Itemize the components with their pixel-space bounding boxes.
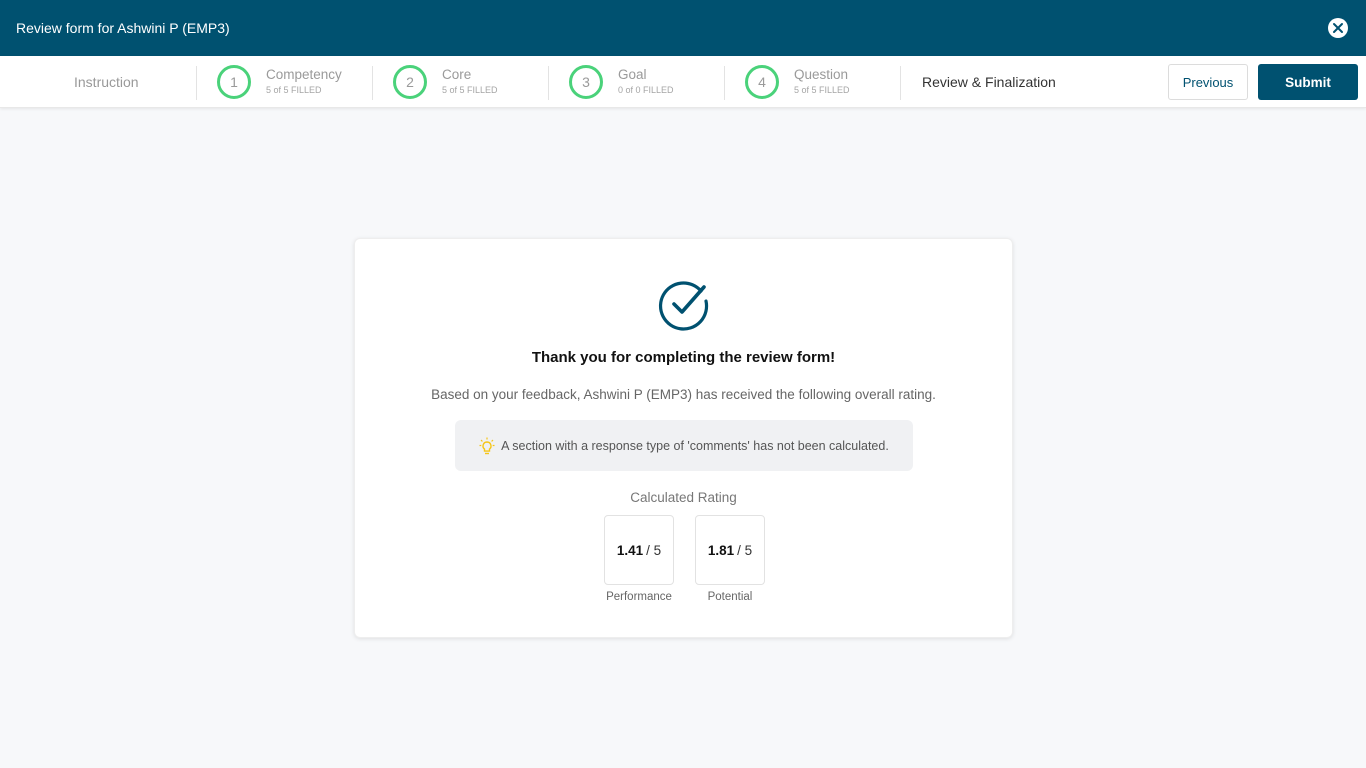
top-bar: Review form for Ashwini P (EMP3) [0, 0, 1366, 56]
step-label: Goal [618, 67, 647, 82]
completion-description: Based on your feedback, Ashwini P (EMP3)… [431, 387, 936, 402]
completion-card: Thank you for completing the review form… [354, 238, 1013, 638]
performance-rating-box: 1.41 / 5 [604, 515, 674, 585]
info-note: A section with a response type of 'comme… [455, 420, 913, 471]
step-number-circle: 3 [569, 65, 603, 99]
calculated-rating-label: Calculated Rating [630, 490, 737, 505]
step-question[interactable]: 4 Question 5 of 5 FILLED [745, 56, 850, 108]
previous-button[interactable]: Previous [1168, 64, 1248, 100]
potential-rating-box: 1.81 / 5 [695, 515, 765, 585]
rating-caption: Potential [707, 591, 753, 603]
step-label: Core [442, 67, 472, 82]
step-instruction[interactable]: Instruction [74, 56, 139, 108]
step-label: Competency [266, 67, 342, 82]
submit-button[interactable]: Submit [1258, 64, 1358, 100]
step-active-label: Review & Finalization [922, 74, 1056, 90]
step-status: 5 of 5 FILLED [442, 85, 498, 95]
step-competency[interactable]: 1 Competency 5 of 5 FILLED [217, 56, 342, 108]
rating-value: 1.81 [707, 542, 735, 558]
step-review-finalization[interactable]: Review & Finalization [922, 56, 1056, 108]
close-icon[interactable] [1328, 18, 1348, 38]
step-number-circle: 1 [217, 65, 251, 99]
step-navigation: Instruction 1 Competency 5 of 5 FILLED 2… [0, 56, 1366, 108]
step-status: 0 of 0 FILLED [618, 85, 674, 95]
lightbulb-icon [479, 437, 495, 455]
step-divider [724, 66, 725, 100]
step-divider [372, 66, 373, 100]
step-number-circle: 4 [745, 65, 779, 99]
rating-value: 1.41 [616, 542, 644, 558]
check-circle-icon [658, 281, 709, 331]
info-note-text: A section with a response type of 'comme… [501, 438, 889, 453]
rating-max: / 5 [646, 542, 662, 558]
step-number-circle: 2 [393, 65, 427, 99]
completion-title: Thank you for completing the review form… [531, 349, 836, 366]
step-goal[interactable]: 3 Goal 0 of 0 FILLED [569, 56, 674, 108]
page-title: Review form for Ashwini P (EMP3) [16, 20, 230, 36]
step-instruction-label: Instruction [74, 74, 139, 90]
step-divider [548, 66, 549, 100]
step-status: 5 of 5 FILLED [794, 85, 850, 95]
rating-caption: Performance [606, 591, 672, 603]
step-divider [900, 66, 901, 100]
step-core[interactable]: 2 Core 5 of 5 FILLED [393, 56, 498, 108]
step-label: Question [794, 67, 849, 82]
step-divider [196, 66, 197, 100]
rating-max: / 5 [737, 542, 753, 558]
step-status: 5 of 5 FILLED [266, 85, 322, 95]
